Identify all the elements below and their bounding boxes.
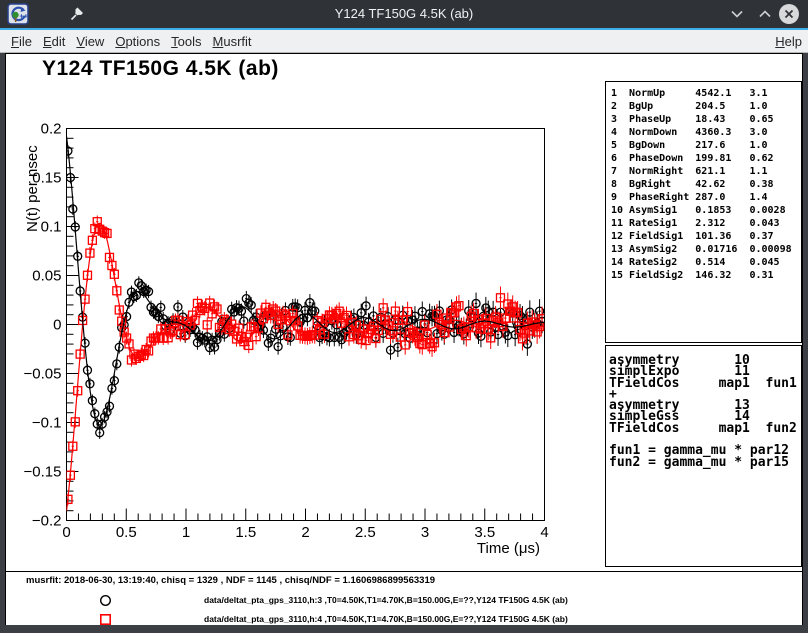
theory-curve-series-2 (67, 223, 545, 511)
svg-text:0.05: 0.05 (32, 268, 61, 285)
svg-text:−0.1: −0.1 (32, 415, 62, 432)
menu-item-musrfit[interactable]: Musrfit (212, 34, 253, 49)
menu-item-options[interactable]: Options (114, 34, 161, 49)
asymmetry-plot[interactable]: 00.511.522.533.540.20.150.10.050−0.05−0.… (6, 54, 566, 571)
svg-text:2.5: 2.5 (355, 524, 376, 541)
svg-text:4: 4 (540, 524, 548, 541)
fit-parameters-panel: 1 NormUp 4542.1 3.1 2 BgUp 204.5 1.0 3 P… (605, 81, 802, 343)
svg-text:0.1: 0.1 (41, 219, 62, 236)
svg-text:0: 0 (53, 317, 61, 334)
svg-text:0: 0 (62, 524, 70, 541)
theory-panel: asymmetry 10 simplExpo 11 TFieldCos map1… (605, 345, 802, 567)
menu-item-help[interactable]: Help (774, 34, 803, 49)
menu-item-file[interactable]: File (10, 34, 33, 49)
x-axis-title: Time (μs) (477, 540, 540, 557)
y-axis-title: N(t) per nsec (24, 145, 41, 232)
theory-text: asymmetry 10 simplExpo 11 TFieldCos map1… (606, 346, 801, 468)
legend-marker-square (99, 613, 112, 626)
svg-text:1: 1 (182, 524, 190, 541)
svg-text:−0.2: −0.2 (32, 513, 62, 530)
svg-text:3.5: 3.5 (474, 524, 495, 541)
menu-item-tools[interactable]: Tools (170, 34, 202, 49)
svg-text:−0.15: −0.15 (24, 464, 62, 481)
legend-marker-circle (99, 594, 112, 607)
svg-text:3: 3 (421, 524, 429, 541)
fit-status-line: musrfit: 2018-06-30, 13:19:40, chisq = 1… (26, 575, 435, 586)
svg-text:−0.05: −0.05 (24, 366, 62, 383)
footer-separator (6, 571, 802, 572)
menubar: File Edit View Options Tools Musrfit Help (0, 30, 808, 53)
svg-text:0.2: 0.2 (41, 121, 62, 138)
series-2-points (64, 216, 546, 506)
app-window: ++ Y124 TF150G 4.5K (ab) File Edit View Opt… (0, 0, 808, 633)
theory-curve-series-1 (67, 136, 545, 425)
window-title: Y124 TF150G 4.5K (ab) (0, 0, 808, 28)
svg-text:1.5: 1.5 (235, 524, 256, 541)
legend-entry-2: data/deltat_pta_gps_3110,h:4 ,T0=4.50K,T… (204, 614, 568, 624)
minimize-button[interactable] (729, 7, 745, 21)
titlebar[interactable]: ++ Y124 TF150G 4.5K (ab) (0, 0, 808, 28)
legend-entry-1: data/deltat_pta_gps_3110,h:3 ,T0=4.50K,T… (204, 595, 568, 605)
menu-item-edit[interactable]: Edit (42, 34, 66, 49)
maximize-button[interactable] (757, 7, 773, 21)
root-canvas[interactable]: Y124 TF150G 4.5K (ab) 00.511.522.533.540… (5, 53, 803, 625)
close-button[interactable] (778, 3, 800, 25)
svg-text:0.5: 0.5 (116, 524, 137, 541)
svg-text:2: 2 (301, 524, 309, 541)
fit-parameters-text: 1 NormUp 4542.1 3.1 2 BgUp 204.5 1.0 3 P… (606, 82, 801, 282)
menu-item-view[interactable]: View (75, 34, 105, 49)
